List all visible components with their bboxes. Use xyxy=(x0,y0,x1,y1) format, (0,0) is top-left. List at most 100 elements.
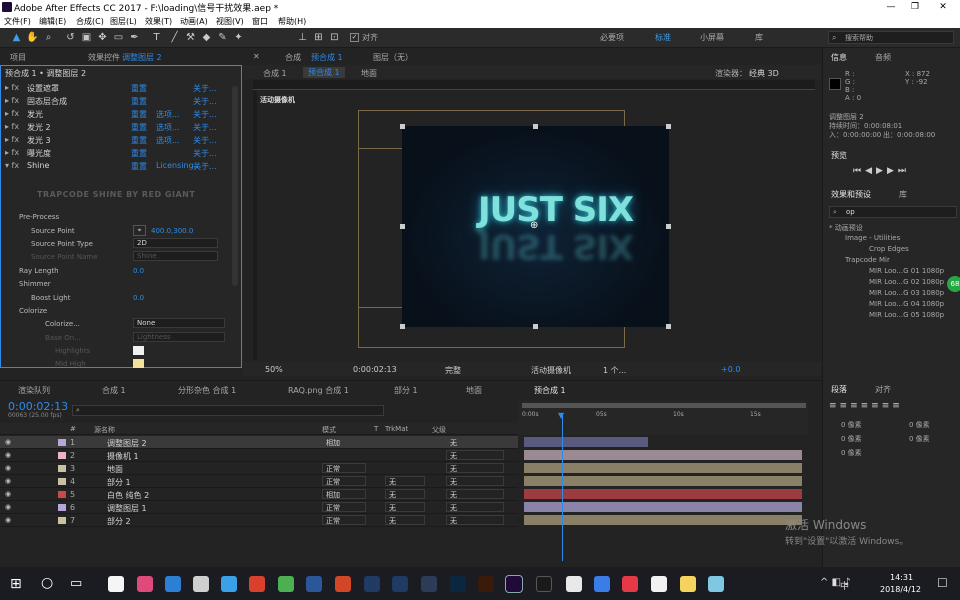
app-icon[interactable] xyxy=(392,576,408,592)
app-icon[interactable] xyxy=(108,576,124,592)
ime-indicator[interactable]: 中 xyxy=(840,579,849,592)
tab-raq[interactable]: RAQ.png 合成 1 xyxy=(288,385,349,396)
minimize-button[interactable]: — xyxy=(878,0,904,14)
illustrator-icon[interactable] xyxy=(478,576,494,592)
reset-link[interactable]: 重置 xyxy=(131,122,147,133)
app-icon[interactable] xyxy=(594,576,610,592)
axis-local-icon[interactable]: ⊥ xyxy=(296,31,309,44)
effect-row[interactable]: ▸ fx 发光 3 重置 选项... 关于... xyxy=(1,133,231,146)
eye-icon[interactable]: ◉ xyxy=(5,477,11,485)
eye-icon[interactable]: ◉ xyxy=(5,516,11,524)
about-link[interactable]: 关于... xyxy=(193,122,217,133)
photoshop-icon[interactable] xyxy=(450,576,466,592)
tab-effect-controls[interactable]: 效果控件 xyxy=(88,52,120,63)
reset-link[interactable]: 重置 xyxy=(131,96,147,107)
shimmer-group[interactable]: Shimmer xyxy=(19,280,51,288)
mode-select[interactable]: 正常 xyxy=(322,502,366,512)
current-time[interactable]: 0:00:02:13 xyxy=(353,365,397,374)
reset-link[interactable]: 重置 xyxy=(131,109,147,120)
handle[interactable] xyxy=(666,224,671,229)
indent-left[interactable]: 0 像素 xyxy=(841,420,862,430)
menu-window[interactable]: 窗口 xyxy=(252,16,268,27)
colorize-select[interactable]: None xyxy=(133,318,225,328)
text-tool-icon[interactable]: T xyxy=(150,31,163,44)
effect-row[interactable]: ▸ fx 固态层合成 重置 关于... xyxy=(1,94,231,107)
effect-row[interactable]: ▸ fx 曝光度 重置 关于... xyxy=(1,146,231,159)
preset-animation[interactable]: * 动画预设 xyxy=(829,223,863,233)
snap-checkbox[interactable]: ✓ xyxy=(350,33,359,42)
menu-help[interactable]: 帮助(H) xyxy=(278,16,306,27)
eye-icon[interactable]: ◉ xyxy=(5,490,11,498)
tab-fractal[interactable]: 分形杂色 合成 1 xyxy=(178,385,236,396)
comp-canvas[interactable]: JUST SIX JUST SIX ⊕ xyxy=(402,126,669,327)
layer-duration-bar[interactable] xyxy=(524,463,802,473)
layer-name[interactable]: 部分 2 xyxy=(107,516,131,527)
work-area-bar[interactable] xyxy=(522,403,806,408)
about-link[interactable]: 关于... xyxy=(193,109,217,120)
playhead[interactable] xyxy=(562,413,563,561)
search-taskbar-icon[interactable]: ○ xyxy=(41,575,53,591)
help-search-box[interactable]: ⌕ 搜索帮助 xyxy=(828,31,954,44)
menu-edit[interactable]: 编辑(E) xyxy=(39,16,66,27)
layer-row[interactable]: ◉ 4 部分 1 正常 无 无 xyxy=(0,475,518,488)
eraser-tool-icon[interactable]: ◆ xyxy=(200,31,213,44)
layer-name[interactable]: 部分 1 xyxy=(107,477,131,488)
pan-behind-tool-icon[interactable]: ✥ xyxy=(96,31,109,44)
wechat-icon[interactable] xyxy=(278,576,294,592)
effects-search-input[interactable]: ⌕ op xyxy=(829,206,957,218)
effect-row[interactable]: ▸ fx 设置遮罩 重置 关于... xyxy=(1,81,231,94)
tab-preview[interactable]: 预览 xyxy=(831,150,847,161)
parent-select[interactable]: 无 xyxy=(446,463,504,473)
app-icon[interactable] xyxy=(536,576,552,592)
tab-part1[interactable]: 部分 1 xyxy=(394,385,418,396)
app-icon[interactable] xyxy=(622,576,638,592)
tab-comp1[interactable]: 合成 1 xyxy=(102,385,126,396)
paragraph-align-icon[interactable]: ≡≡≡≡≡≡≡ xyxy=(829,401,903,411)
maximize-button[interactable]: ❐ xyxy=(902,0,928,14)
effect-row[interactable]: ▾ fx Shine 重置 Licensing... 关于... xyxy=(1,159,231,172)
tab-audio[interactable]: 音频 xyxy=(875,52,891,63)
options-link[interactable]: 选项... xyxy=(156,135,180,146)
mode-select[interactable]: 相加 xyxy=(322,489,366,499)
pre-process-group[interactable]: Pre-Process xyxy=(19,213,59,221)
preset-mir-02[interactable]: MIR Loo...G 02 1080p xyxy=(869,278,944,286)
clock-time[interactable]: 14:31 xyxy=(890,573,913,582)
app-icon[interactable] xyxy=(193,576,209,592)
roto-tool-icon[interactable]: ✎ xyxy=(216,31,229,44)
source-point-value[interactable]: 400.0,300.0 xyxy=(151,227,193,235)
camera-select[interactable]: 活动摄像机 xyxy=(531,365,571,376)
workspace-small-screen[interactable]: 小屏幕 xyxy=(700,32,724,43)
tab-paragraph[interactable]: 段落 xyxy=(831,384,847,395)
boost-light-value[interactable]: 0.0 xyxy=(133,294,144,302)
crosshair-icon[interactable]: ⌖ xyxy=(133,225,146,236)
about-link[interactable]: 关于... xyxy=(193,135,217,146)
colorize-group[interactable]: Colorize xyxy=(19,307,47,315)
layer-name[interactable]: 白色 纯色 2 xyxy=(107,490,149,501)
mode-select[interactable]: 正常 xyxy=(322,476,366,486)
layer-row[interactable]: ◉ 3 地面 正常 无 xyxy=(0,462,518,475)
anchor-point-icon[interactable]: ⊕ xyxy=(530,220,538,231)
layer-duration-bar[interactable] xyxy=(524,437,648,447)
handle[interactable] xyxy=(666,324,671,329)
parent-select[interactable]: 无 xyxy=(446,489,504,499)
layer-row[interactable]: ◉ 5 白色 纯色 2 相加 无 无 xyxy=(0,488,518,501)
brush-tool-icon[interactable]: ╱ xyxy=(168,31,181,44)
menu-effect[interactable]: 效果(T) xyxy=(145,16,172,27)
space-before[interactable]: 0 像素 xyxy=(909,434,930,444)
tab-composition-label[interactable]: 合成 xyxy=(285,52,301,63)
layer-duration-bar[interactable] xyxy=(524,502,802,512)
preset-mir-04[interactable]: MIR Loo...G 04 1080p xyxy=(869,300,944,308)
app-icon[interactable] xyxy=(651,576,667,592)
zoom-tool-icon[interactable]: ⌕ xyxy=(42,31,55,44)
layer-row[interactable]: ◉ 1 调整图层 2 相加 无 xyxy=(0,436,518,449)
app-icon[interactable] xyxy=(137,576,153,592)
layer-name[interactable]: 地面 xyxy=(107,464,123,475)
parent-select[interactable]: 无 xyxy=(446,515,504,525)
eye-icon[interactable]: ◉ xyxy=(5,451,11,459)
tab-library[interactable]: 库 xyxy=(899,189,907,200)
layer-duration-bar[interactable] xyxy=(524,476,802,486)
trkmat-select[interactable]: 无 xyxy=(385,489,425,499)
workspace-standard[interactable]: 标准 xyxy=(655,32,671,43)
app-icon[interactable] xyxy=(165,576,181,592)
about-link[interactable]: 关于... xyxy=(193,161,217,172)
